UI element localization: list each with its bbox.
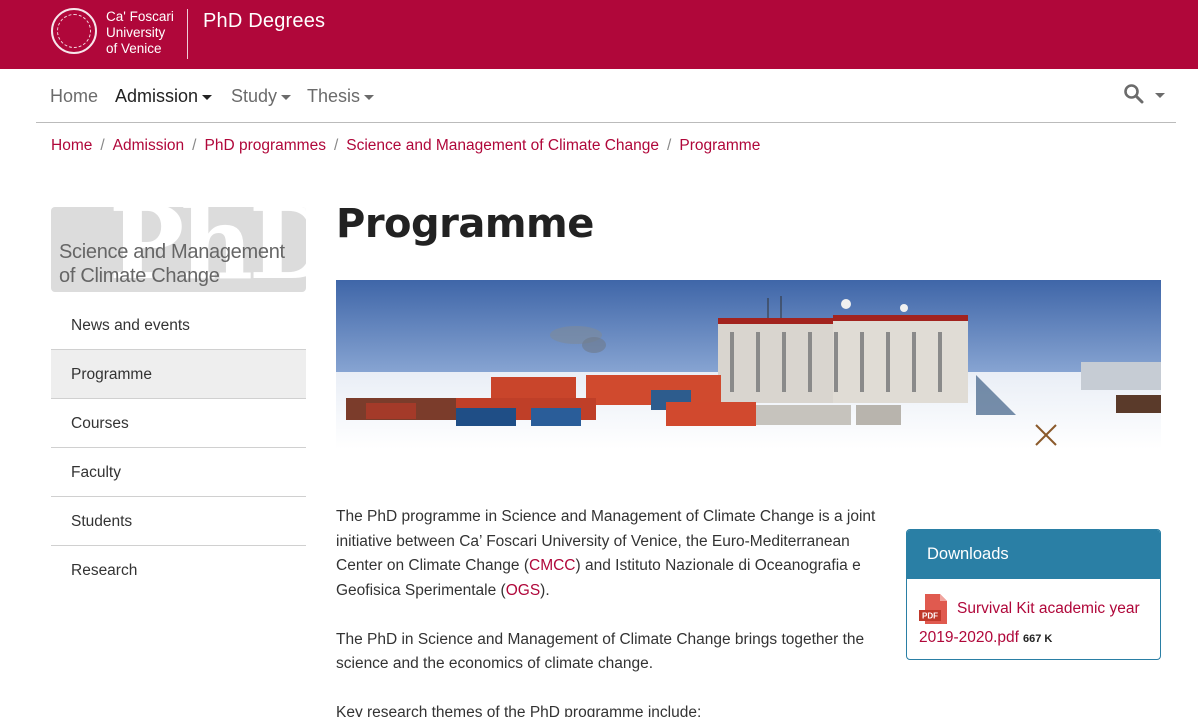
sidebar-item-courses[interactable]: Courses	[51, 399, 306, 448]
university-name-line-1: Ca' Foscari	[106, 9, 174, 24]
nav-study-label: Study	[231, 86, 278, 106]
nav-home-label: Home	[50, 86, 99, 106]
breadcrumb-home[interactable]: Home	[51, 137, 92, 154]
programme-description: The PhD programme in Science and Managem…	[336, 505, 876, 717]
banner-title-line-1: Science and Management	[59, 241, 285, 263]
sidebar-item-news-and-events[interactable]: News and events	[51, 301, 306, 350]
university-name-line-3: of Venice	[106, 41, 162, 56]
programme-banner[interactable]: PhD Science and Management of Climate Ch…	[51, 207, 306, 292]
chevron-down-icon	[202, 94, 213, 100]
downloads-list: PDF Survival Kit academic year 2019-2020…	[907, 579, 1160, 654]
main-navbar: Home Admission Study Thesis	[36, 72, 1176, 123]
search-icon	[1124, 84, 1144, 104]
sidebar-item-research[interactable]: Research	[51, 546, 306, 595]
breadcrumb-separator: /	[100, 137, 105, 154]
sidebar-item-students[interactable]: Students	[51, 497, 306, 546]
breadcrumb-admission[interactable]: Admission	[113, 137, 185, 154]
breadcrumb-separator: /	[667, 137, 672, 154]
chevron-down-icon	[1155, 93, 1165, 98]
nav-admission-label: Admission	[115, 86, 199, 106]
ogs-link[interactable]: OGS	[506, 582, 540, 599]
sidebar-item-programme[interactable]: Programme	[51, 350, 306, 399]
university-name-line-2: University	[106, 25, 166, 40]
banner-title-line-2: of Climate Change	[59, 265, 220, 287]
sidebar-item-faculty[interactable]: Faculty	[51, 448, 306, 497]
banner-title: Science and Management of Climate Change	[59, 240, 285, 288]
paragraph-overview: The PhD in Science and Management of Cli…	[336, 630, 865, 673]
breadcrumb-separator: /	[333, 137, 339, 154]
nav-study[interactable]: Study	[231, 86, 292, 107]
breadcrumb-separator: /	[192, 137, 197, 154]
hero-image-antarctic-station	[336, 280, 1161, 449]
search-toggle-button[interactable]	[1123, 83, 1171, 109]
site-header: Ca' Foscari University of Venice PhD Deg…	[0, 0, 1198, 69]
sidebar-menu: News and events Programme Courses Facult…	[51, 301, 306, 595]
download-file-size: 667 K	[1022, 633, 1053, 645]
download-survival-kit-link[interactable]: Survival Kit academic year 2019-2020.pdf…	[919, 594, 1148, 654]
breadcrumb-programme-name[interactable]: Science and Management of Climate Change	[346, 137, 659, 154]
breadcrumb-current[interactable]: Programme	[679, 137, 760, 154]
downloads-heading: Downloads	[907, 530, 1160, 579]
university-seal-logo[interactable]	[51, 8, 97, 54]
chevron-down-icon	[281, 94, 292, 100]
site-title[interactable]: PhD Degrees	[203, 10, 325, 33]
downloads-panel: Downloads PDF Survival Kit academic year…	[906, 529, 1161, 660]
nav-thesis[interactable]: Thesis	[307, 86, 375, 107]
cmcc-link[interactable]: CMCC	[529, 557, 576, 574]
header-divider	[187, 9, 188, 59]
intro-text-3: ).	[540, 581, 550, 599]
page-title: Programme	[336, 201, 594, 247]
breadcrumb: Home / Admission / PhD programmes / Science an…	[51, 137, 760, 155]
paragraph-intro: The PhD programme in Science and Managem…	[336, 505, 876, 603]
nav-home[interactable]: Home	[50, 86, 98, 107]
nav-admission[interactable]: Admission	[115, 86, 213, 107]
pdf-icon-label: PDF	[922, 612, 938, 621]
pdf-file-icon: PDF	[919, 594, 947, 624]
university-logo-text[interactable]: Ca' Foscari University of Venice	[106, 9, 186, 57]
chevron-down-icon	[364, 94, 375, 100]
breadcrumb-phd-programmes[interactable]: PhD programmes	[204, 137, 325, 154]
paragraph-research-themes: Key research themes of the PhD programme…	[336, 704, 702, 717]
nav-thesis-label: Thesis	[307, 86, 361, 106]
